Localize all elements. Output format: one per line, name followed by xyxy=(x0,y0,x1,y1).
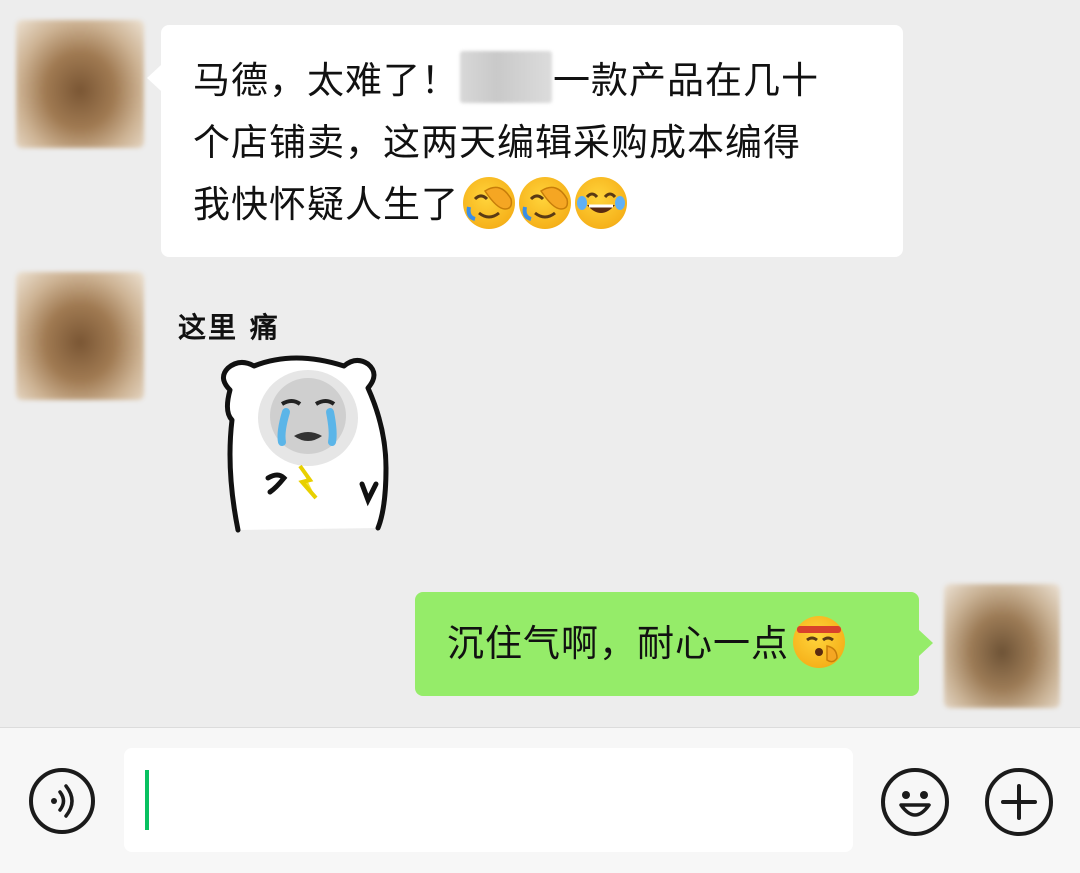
outgoing-message-bubble[interactable]: 沉住气啊，耐心一点 xyxy=(415,592,933,696)
smile-icon xyxy=(899,791,931,817)
message-line: 我快怀疑人生了 xyxy=(193,174,873,236)
laughing-tears-emoji xyxy=(575,177,627,229)
contact-avatar[interactable] xyxy=(16,272,144,400)
redacted-text xyxy=(460,51,552,103)
crying-bear-sticker[interactable]: 这里 痛 xyxy=(170,300,430,540)
text-caret xyxy=(145,770,149,830)
message-line: 马德，太难了！ 一款产品在几十 xyxy=(193,50,873,112)
incoming-message-bubble[interactable]: 马德，太难了！ 一款产品在几十 个店铺卖，这两天编辑采购成本编得 我快怀疑人生了 xyxy=(147,25,903,257)
voice-button[interactable] xyxy=(29,768,95,834)
shushing-headband-emoji xyxy=(793,616,845,668)
sticker-caption: 这里 痛 xyxy=(178,311,280,344)
message-text-segment: 一款产品在几十 xyxy=(553,59,819,102)
facepalm-emoji xyxy=(463,177,515,229)
chat-area[interactable]: 马德，太难了！ 一款产品在几十 个店铺卖，这两天编辑采购成本编得 我快怀疑人生了 xyxy=(0,0,1080,727)
my-avatar[interactable] xyxy=(944,584,1060,708)
plus-icon xyxy=(1001,784,1037,820)
message-text-segment: 沉住气啊，耐心一点 xyxy=(447,622,789,665)
more-button[interactable] xyxy=(985,768,1053,836)
contact-avatar[interactable] xyxy=(16,20,144,148)
emoji-button[interactable] xyxy=(881,768,949,836)
message-line: 沉住气啊，耐心一点 xyxy=(447,613,895,675)
facepalm-emoji xyxy=(519,177,571,229)
message-text-segment: 我快怀疑人生了 xyxy=(193,183,459,226)
message-line: 个店铺卖，这两天编辑采购成本编得 xyxy=(193,121,801,164)
input-bar xyxy=(0,727,1080,873)
message-text-segment: 马德，太难了！ xyxy=(193,59,459,102)
voice-icon xyxy=(51,784,74,818)
message-input[interactable] xyxy=(124,748,853,852)
